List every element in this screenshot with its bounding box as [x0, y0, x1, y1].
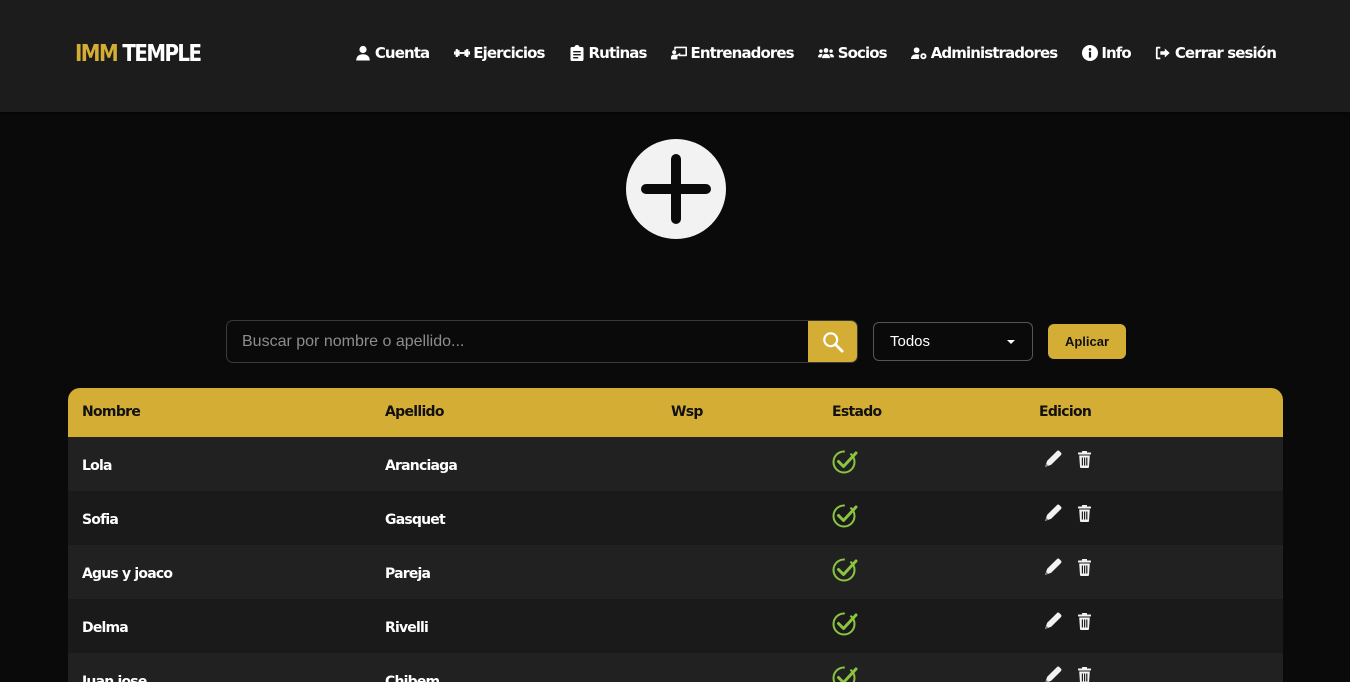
nav-item-ejercicios[interactable]: Ejercicios [453, 44, 545, 62]
table-row: Lola Aranciaga [68, 437, 1283, 491]
table-header: Nombre Apellido Wsp Estado Edicion [68, 388, 1283, 437]
cell-apellido: Chibem [385, 674, 440, 682]
user-icon [355, 45, 372, 62]
caret-down-icon [1007, 340, 1015, 344]
nav-item-entrenadores[interactable]: Entrenadores [671, 44, 795, 62]
dumbbell-icon [453, 45, 470, 62]
nav-item-cerrar-sesion[interactable]: Cerrar sesión [1155, 44, 1277, 62]
cell-apellido: Pareja [385, 566, 431, 582]
check-icon [832, 665, 858, 682]
header-apellido[interactable]: Apellido [385, 404, 444, 420]
cell-nombre: Lola [82, 458, 112, 474]
nav-label: Administradores [930, 44, 1059, 62]
clipboard-icon [569, 45, 586, 62]
nav-label: Rutinas [588, 44, 648, 62]
trash-icon[interactable] [1078, 559, 1091, 576]
table-row: Agus y joaco Pareja [68, 545, 1283, 599]
cell-nombre: Juan jose [82, 674, 147, 682]
nav-item-rutinas[interactable]: Rutinas [569, 44, 647, 62]
search-input[interactable] [227, 321, 808, 362]
header-estado[interactable]: Estado [832, 404, 882, 420]
add-socio-button[interactable] [626, 139, 726, 239]
nav-label: Entrenadores [690, 44, 795, 62]
search-button[interactable] [808, 321, 857, 362]
nav-menu: Cuenta Ejercicios Rutinas Entrenadores S… [331, 44, 1277, 62]
select-value: Todos [890, 333, 931, 350]
edit-icon[interactable] [1042, 612, 1062, 632]
trash-icon[interactable] [1078, 667, 1091, 682]
header-edicion: Edicion [1039, 404, 1092, 420]
trash-icon[interactable] [1078, 613, 1091, 630]
table-row: Sofia Gasquet [68, 491, 1283, 545]
edit-icon[interactable] [1042, 450, 1062, 470]
nav-item-administradores[interactable]: Administradores [911, 44, 1058, 62]
nav-item-cuenta[interactable]: Cuenta [355, 44, 430, 62]
brand-part-imm: IMM [75, 41, 119, 67]
nav-label: Socios [837, 44, 888, 62]
navbar: IMM TEMPLE Cuenta Ejercicios Rutinas Ent… [0, 0, 1350, 112]
table-row: Juan jose Chibem [68, 653, 1283, 682]
user-gear-icon [911, 45, 928, 62]
info-circle-icon [1081, 45, 1098, 62]
trash-icon[interactable] [1078, 505, 1091, 522]
check-icon [832, 611, 858, 637]
sign-out-icon [1155, 45, 1172, 62]
nav-label: Info [1101, 44, 1131, 62]
edit-icon[interactable] [1042, 504, 1062, 524]
nav-label: Ejercicios [473, 44, 545, 62]
cell-nombre: Sofia [82, 512, 119, 528]
check-icon [832, 503, 858, 529]
chalkboard-teacher-icon [671, 45, 688, 62]
search-bar [226, 320, 858, 363]
cell-apellido: Rivelli [385, 620, 429, 636]
brand-logo[interactable]: IMM TEMPLE [75, 41, 202, 67]
edit-icon[interactable] [1042, 558, 1062, 578]
users-icon [818, 45, 835, 62]
plus-icon [641, 154, 711, 224]
search-icon [822, 331, 844, 353]
brand-part-temple: TEMPLE [122, 41, 202, 67]
socios-table: Nombre Apellido Wsp Estado Edicion Lola A… [68, 388, 1283, 682]
nav-item-info[interactable]: Info [1081, 44, 1132, 62]
header-wsp[interactable]: Wsp [671, 404, 703, 420]
table-row: Delma Rivelli [68, 599, 1283, 653]
cell-apellido: Aranciaga [385, 458, 458, 474]
nav-item-socios[interactable]: Socios [818, 44, 888, 62]
check-icon [832, 557, 858, 583]
nav-label: Cerrar sesión [1174, 44, 1277, 62]
nav-label: Cuenta [374, 44, 430, 62]
apply-button[interactable]: Aplicar [1048, 324, 1126, 359]
trash-icon[interactable] [1078, 451, 1091, 468]
cell-nombre: Delma [82, 620, 129, 636]
check-icon [832, 449, 858, 475]
status-filter-select[interactable]: Todos [873, 322, 1033, 361]
table-body: Lola Aranciaga Sofia Gasquet Agus y joaco Par… [68, 437, 1283, 682]
cell-apellido: Gasquet [385, 512, 446, 528]
edit-icon[interactable] [1042, 666, 1062, 682]
cell-nombre: Agus y joaco [82, 566, 173, 582]
header-nombre[interactable]: Nombre [82, 404, 141, 420]
